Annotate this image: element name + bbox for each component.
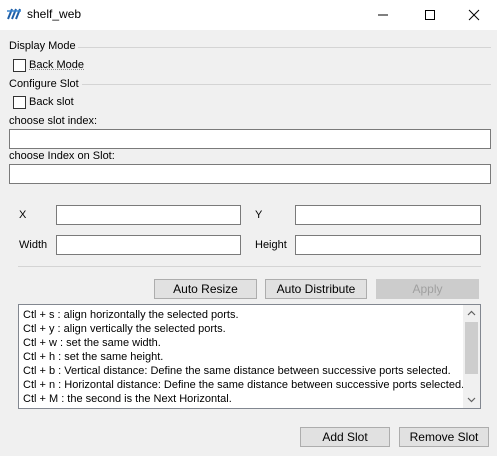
help-line: Ctl + n : Horizontal distance: Define th… — [23, 379, 465, 391]
back-slot-checkbox-box[interactable] — [13, 96, 26, 109]
shortcut-help-box[interactable]: Ctl + s : align horizontally the selecte… — [18, 304, 481, 409]
auto-distribute-button[interactable]: Auto Distribute — [265, 279, 367, 299]
minimize-icon — [378, 14, 388, 16]
minimize-button[interactable] — [360, 0, 406, 30]
back-mode-label: Back Mode — [29, 59, 85, 71]
configure-slot-divider — [82, 84, 491, 85]
apply-button[interactable]: Apply — [376, 279, 479, 299]
help-line: Ctl + s : align horizontally the selecte… — [23, 309, 239, 321]
maximize-button[interactable] — [407, 0, 453, 30]
help-line: Ctl + h : set the same height. — [23, 351, 164, 363]
width-input[interactable] — [56, 235, 241, 255]
height-label: Height — [255, 239, 287, 251]
auto-resize-button[interactable]: Auto Resize — [154, 279, 257, 299]
slot-index-label: choose slot index: — [9, 115, 98, 127]
x-input[interactable] — [56, 205, 241, 225]
y-input[interactable] — [295, 205, 481, 225]
help-line: Ctl + w : set the same width. — [23, 337, 161, 349]
help-line: Ctl + b : Vertical distance: Define the … — [23, 365, 451, 377]
close-button[interactable] — [451, 0, 497, 30]
maximize-icon — [425, 10, 435, 20]
remove-slot-button[interactable]: Remove Slot — [399, 427, 489, 447]
close-icon — [468, 9, 480, 21]
help-line: Ctl + M : the second is the Next Horizon… — [23, 393, 232, 405]
display-mode-heading: Display Mode — [9, 40, 76, 52]
scrollbar-thumb[interactable] — [465, 322, 478, 374]
window-title: shelf_web — [27, 7, 82, 21]
x-label: X — [19, 209, 27, 221]
slot-index-input[interactable] — [9, 129, 491, 149]
configure-slot-heading: Configure Slot — [9, 78, 79, 90]
back-slot-label: Back slot — [29, 96, 74, 108]
help-line: Ctl + y : align vertically the selected … — [23, 323, 226, 335]
shortcut-help-lines: Ctl + s : align horizontally the selecte… — [23, 308, 465, 406]
index-on-slot-label: choose Index on Slot: — [9, 150, 115, 162]
back-mode-checkbox-box[interactable] — [13, 59, 26, 72]
scroll-down-icon[interactable] — [467, 395, 476, 404]
y-label: Y — [255, 209, 263, 221]
display-mode-divider — [78, 47, 491, 48]
height-input[interactable] — [295, 235, 481, 255]
app-icon — [7, 8, 21, 20]
add-slot-button[interactable]: Add Slot — [300, 427, 390, 447]
index-on-slot-input[interactable] — [9, 164, 491, 184]
help-scrollbar[interactable] — [463, 305, 480, 408]
width-label: Width — [19, 239, 48, 251]
scroll-up-icon[interactable] — [467, 309, 476, 318]
title-bar: shelf_web — [0, 0, 497, 30]
geometry-divider — [18, 266, 481, 267]
